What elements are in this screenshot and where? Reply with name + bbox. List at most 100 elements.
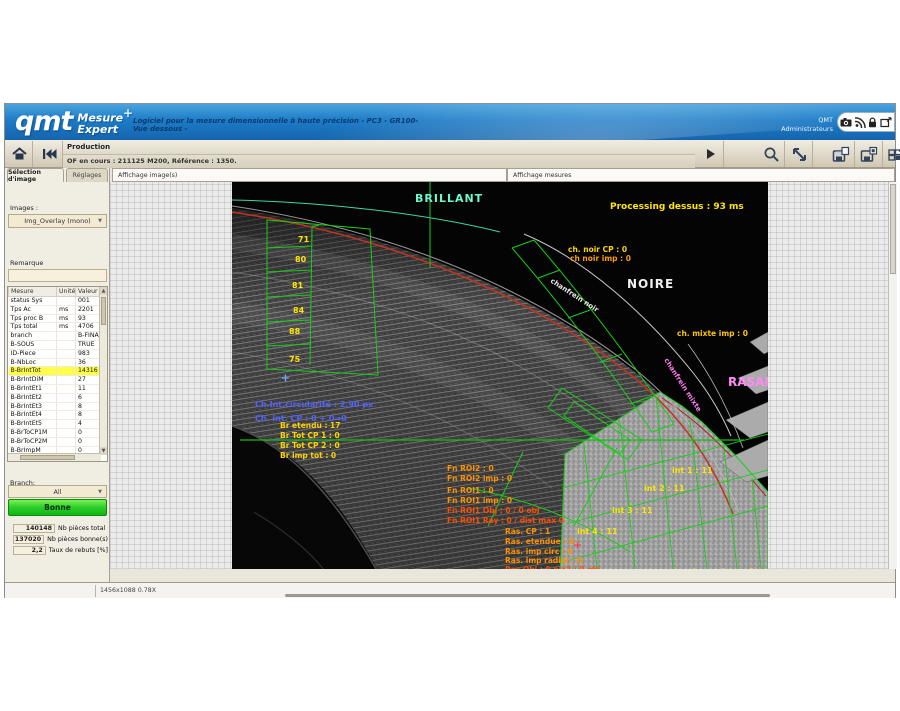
branch-select[interactable]: All ▼ [8,485,107,498]
fn-line: Fn ROI2 imp : 0 [447,474,512,483]
table-cell [57,437,76,446]
desktop: qmt Mesure+ Expert Logiciel pour la mesu… [0,0,900,711]
logo-line2: Expert [77,123,118,136]
signal-icon[interactable] [854,117,866,128]
ras-line: Ras. imp radial : 0 [505,556,582,565]
scroll-thumb[interactable] [101,297,106,325]
image-select[interactable]: Img_Overlay (mono) ▼ [8,214,107,228]
fit-view-icon [791,146,808,163]
magnify-button[interactable] [758,141,785,167]
table-cell: B-BrIntEt2 [9,393,57,402]
save-report-button[interactable] [828,141,855,167]
table-row[interactable]: B-BrIntEt26 [9,393,100,402]
tab-affichage-mesures[interactable]: Affichage mesures [507,168,895,182]
play-button[interactable] [697,141,724,167]
table-cell [57,358,76,367]
status-bar: 1456x1088 0.78X [5,582,895,598]
br-line: Br Tot CP 1 : 0 [280,431,340,440]
image-canvas[interactable]: BRILLANT Processing dessus : 93 ms NOIRE… [232,182,768,569]
table-row[interactable]: B-BrIntTot14316 [9,367,100,376]
scroll-up-icon[interactable]: ▲ [100,287,107,295]
col-mesure[interactable]: Mesure [9,287,57,297]
scroll-thumb[interactable] [890,184,896,274]
col-unite[interactable]: Unité [57,287,76,297]
tab-reglages[interactable]: Réglages [66,168,108,182]
int-line: int 1 : 11 [672,466,713,475]
table-row[interactable]: Tps proc Bms93 [9,314,100,323]
table-row[interactable]: Tps Acms2201 [9,305,100,314]
table-cell [57,332,76,341]
ch-noir-imp: ch noir imp : 0 [570,254,631,263]
production-label: Production [67,143,110,151]
zoom-status: 1456x1088 0.78X [100,587,156,594]
app-window: qmt Mesure+ Expert Logiciel pour la mesu… [4,103,896,598]
tab-label: Sélection d'image [8,169,63,183]
app-logo: qmt Mesure+ Expert [15,106,133,137]
remark-input[interactable] [8,269,107,282]
bonne-status-button[interactable]: Bonne [8,499,107,516]
table-vertical-scrollbar[interactable]: ▲ ▼ [99,287,107,455]
table-row[interactable]: B-BrIntEt48 [9,411,100,420]
rewind-button[interactable] [36,141,63,167]
save-image-button[interactable] [856,141,883,167]
table-row[interactable]: branchB-FINA [9,332,100,341]
table-row[interactable]: B-BrToCP2M0 [9,437,100,446]
chevron-down-icon: ▼ [98,489,102,495]
layout-button[interactable] [882,141,900,167]
table-cell: B-SOUS [9,340,57,349]
table-row[interactable]: B-BrIntEt111 [9,384,100,393]
br-line: Br imp tot : 0 [280,451,336,460]
workspace-vertical-scrollbar[interactable] [888,182,897,569]
tab-affichage-images[interactable]: Affichage image(s) [112,168,507,182]
table-cell: 93 [76,314,100,323]
table-row[interactable]: B-SOUSTRUE [9,340,100,349]
table-cell [57,428,76,437]
table-cell: B-BrIntEt3 [9,402,57,411]
lock-icon[interactable] [867,117,878,128]
processing-label: Processing dessus : 93 ms [610,202,744,212]
table-cell: Tps proc B [9,314,57,323]
camera-icon[interactable] [840,117,852,128]
table-row[interactable]: B-BrIntEt38 [9,402,100,411]
table-cell: B-NbLoc [9,358,57,367]
content-area: Sélection d'image Réglages Images : Img_… [5,168,895,582]
label-noire: NOIRE [627,277,674,291]
home-icon [11,146,28,162]
band-value: 71 [298,235,310,244]
col-valeur[interactable]: Valeur [76,287,100,297]
scroll-down-icon[interactable]: ▼ [100,447,107,455]
table-row[interactable]: B-BrToCP1M0 [9,428,100,437]
layout-icon [887,146,900,163]
scroll-thumb[interactable] [20,455,75,460]
table-horizontal-scrollbar[interactable] [8,453,101,461]
home-button[interactable] [6,141,33,167]
table-row[interactable]: B-BrIntEt54 [9,420,100,429]
fit-view-button[interactable] [786,141,813,167]
band-value: 75 [289,355,301,364]
table-cell: B-FINA [76,332,100,341]
tab-selection-image[interactable]: Sélection d'image [7,168,64,182]
table-cell: ID-Piece [9,349,57,358]
ras-line: Ras Obj : 0 pix2 / 0 obj [505,565,600,569]
br-line: Br Tot CP 2 : 0 [280,441,340,450]
magnifier-icon [763,146,780,163]
table-row[interactable]: B-BrIntDiM27 [9,376,100,385]
table-cell: status Sys [9,297,57,306]
label-rasant: RASANT [728,375,768,389]
br-line: Br etendu : 17 [280,421,341,430]
window-export-icon[interactable] [880,117,892,128]
workspace-horizontal-scrollbar[interactable] [285,594,770,597]
ch-mixte-imp: ch. mixte imp : 0 [677,329,748,338]
table-row[interactable]: B-NbLoc36 [9,358,100,367]
table-row[interactable]: status Sys001 [9,297,100,306]
table-cell: B-BrIntEt5 [9,420,57,429]
user-org: QMT [781,116,833,125]
band-value: 80 [295,255,307,264]
table-cell: 2201 [76,305,100,314]
table-cell [57,367,76,376]
table-row[interactable]: ID-Piece983 [9,349,100,358]
table-cell [57,297,76,306]
chevron-down-icon: ▼ [98,218,102,224]
table-row[interactable]: Tps totalms4706 [9,323,100,332]
fn-line: Fn ROI1 Obj : 0 / 0 obj [447,506,539,515]
